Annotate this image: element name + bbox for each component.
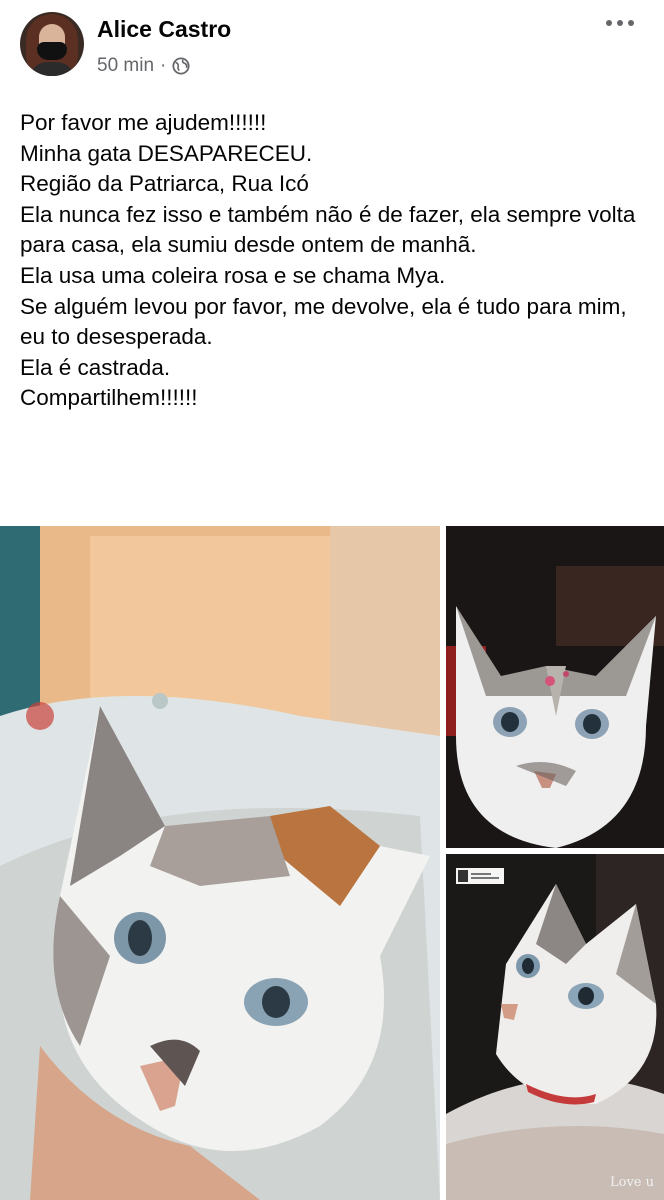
post-meta: 50 min · <box>97 55 190 77</box>
post-text: Por favor me ajudem!!!!!! Minha gata DES… <box>20 108 650 414</box>
post-text-line: Se alguém levou por favor, me devolve, e… <box>20 293 627 350</box>
globe-icon[interactable] <box>172 57 190 75</box>
post-text-line: Região da Patriarca, Rua Icó <box>20 171 309 197</box>
post-timestamp[interactable]: 50 min <box>97 55 154 77</box>
post-header: Alice Castro 50 min · <box>0 0 664 95</box>
meta-separator: · <box>160 55 167 76</box>
cat-photo-bottom[interactable]: Love u <box>446 854 664 1200</box>
post-text-line: Minha gata DESAPARECEU. <box>20 140 313 166</box>
watermark <box>456 868 504 884</box>
post-text-line: Compartilhem!!!!!! <box>20 385 198 411</box>
photo-caption: Love u <box>609 1175 654 1190</box>
author-name[interactable]: Alice Castro <box>97 16 231 43</box>
cat-photo-main[interactable] <box>0 526 440 1200</box>
post-text-line: Por favor me ajudem!!!!!! <box>20 110 267 135</box>
avatar-mask <box>37 42 67 60</box>
more-horizontal-icon[interactable] <box>606 20 634 30</box>
post-text-line: Ela é castrada. <box>20 354 171 380</box>
post-text-line: Ela nunca fez isso e também não é de faz… <box>20 201 636 258</box>
photo-grid: Love u <box>0 526 664 1200</box>
post-text-line: Ela usa uma coleira rosa e se chama Mya. <box>20 262 446 288</box>
cat-photo-top[interactable] <box>446 526 664 848</box>
avatar[interactable] <box>20 12 84 76</box>
